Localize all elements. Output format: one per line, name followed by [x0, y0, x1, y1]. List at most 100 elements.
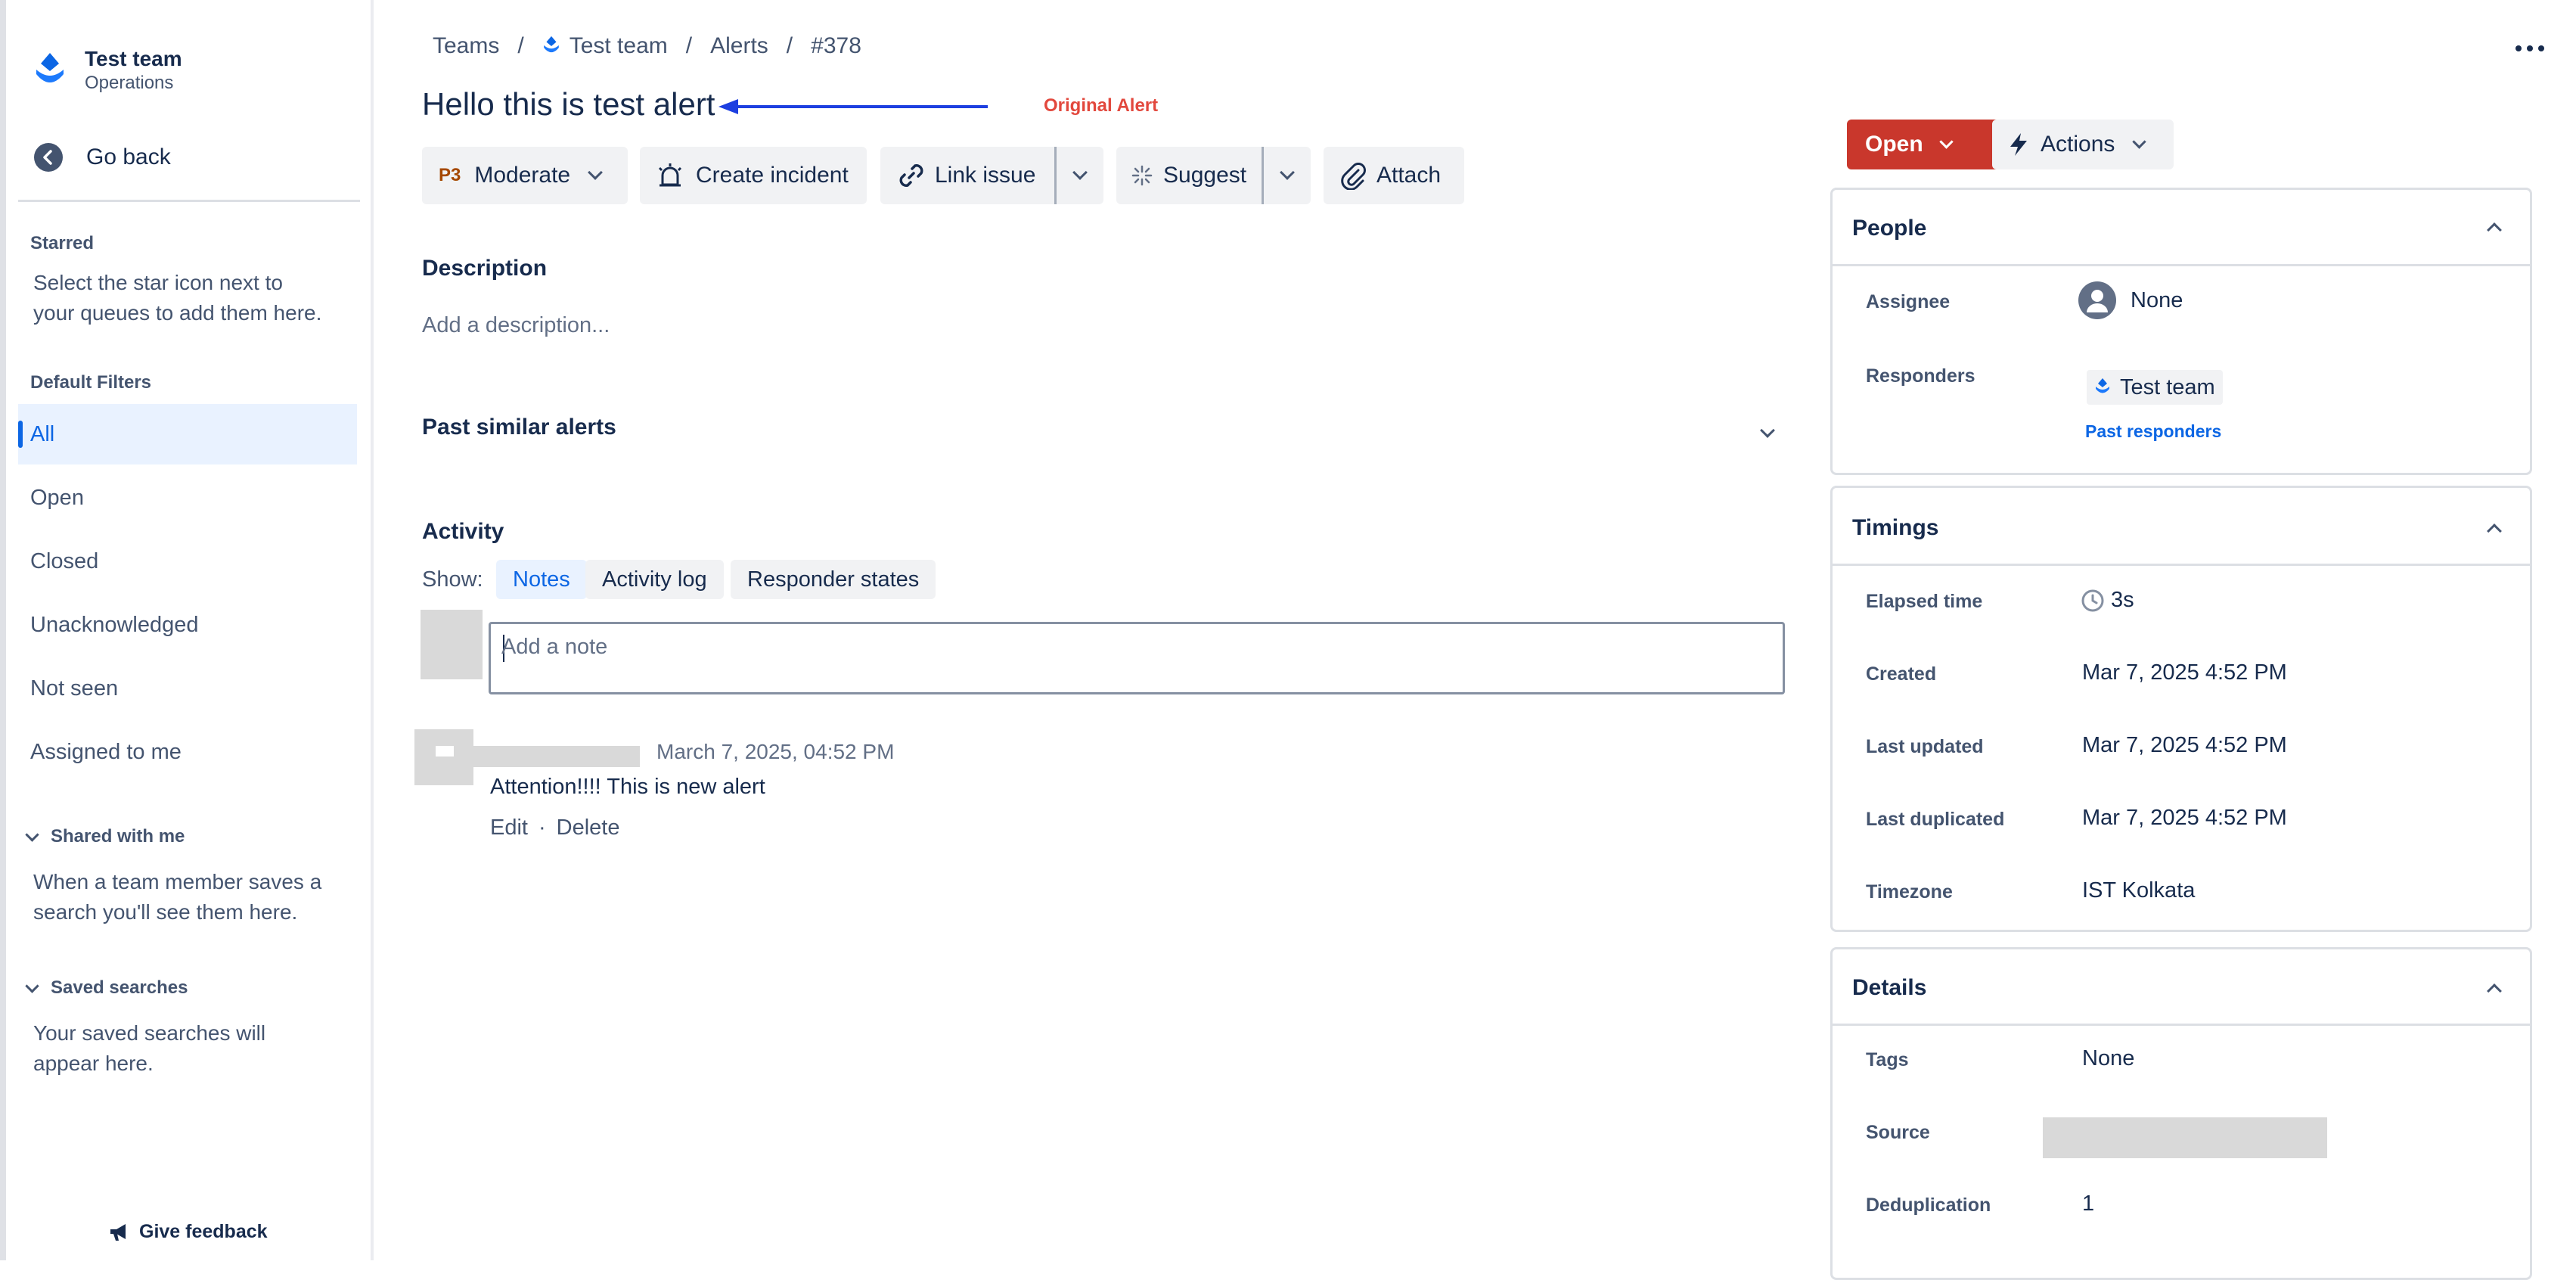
go-back-label: Go back — [86, 144, 171, 169]
priority-code: P3 — [439, 165, 461, 185]
status-open-button[interactable]: Open — [1847, 120, 2016, 169]
timings-panel: Timings Elapsed time 3s Created Mar 7, 2… — [1830, 486, 2532, 932]
priority-label: Moderate — [474, 163, 571, 188]
collapse-chevron-icon[interactable] — [2487, 983, 2502, 999]
filter-closed[interactable]: Closed — [18, 531, 357, 592]
shared-text-line-1: When a team member saves a — [33, 870, 322, 893]
past-similar-alerts-heading[interactable]: Past similar alerts — [422, 415, 616, 440]
filter-all[interactable]: All — [18, 404, 357, 464]
last-duplicated-value: Mar 7, 2025 4:52 PM — [2082, 806, 2287, 830]
elapsed-time-value: 3s — [2111, 588, 2134, 612]
note-actions: Edit · Delete — [490, 816, 619, 840]
saved-searches-toggle[interactable]: Saved searches — [25, 977, 188, 999]
collapse-chevron-icon[interactable] — [2487, 523, 2502, 539]
breadcrumb-separator: / — [517, 33, 524, 58]
breadcrumb-separator: / — [685, 33, 693, 58]
priority-button[interactable]: P3 Moderate — [422, 147, 628, 204]
chevron-down-icon[interactable] — [1760, 423, 1775, 438]
user-avatar-icon — [2078, 281, 2116, 319]
create-incident-button[interactable]: Create incident — [640, 147, 867, 204]
tags-value[interactable]: None — [2082, 1046, 2134, 1071]
add-note-input[interactable]: Add a note — [489, 622, 1785, 694]
suggest-dropdown-button[interactable] — [1264, 147, 1311, 204]
default-filters-heading: Default Filters — [30, 372, 152, 393]
link-issue-label: Link issue — [935, 163, 1036, 188]
annotation-label: Original Alert — [1044, 95, 1159, 116]
source-value-redacted — [2043, 1117, 2327, 1158]
chevron-down-icon — [2132, 134, 2147, 149]
assignee-label: Assignee — [1866, 291, 1951, 312]
delete-note-link[interactable]: Delete — [557, 816, 620, 840]
breadcrumb-team[interactable]: Test team — [542, 33, 668, 59]
give-feedback-button[interactable]: Give feedback — [109, 1221, 268, 1243]
last-duplicated-label: Last duplicated — [1866, 809, 2005, 830]
lightning-icon — [2010, 133, 2027, 156]
past-responders-link[interactable]: Past responders — [2085, 421, 2221, 442]
sidebar-edge — [0, 0, 6, 1260]
annotation-arrow-icon — [718, 99, 988, 114]
panel-divider — [1833, 1024, 2530, 1026]
saved-text-line-1: Your saved searches will — [33, 1021, 266, 1045]
assignee-field[interactable]: None — [2078, 281, 2183, 320]
tab-notes[interactable]: Notes — [496, 560, 587, 599]
add-note-placeholder: Add a note — [501, 635, 608, 659]
details-panel: Details Tags None Source Deduplication 1 — [1830, 947, 2532, 1280]
suggest-label: Suggest — [1163, 163, 1247, 188]
filter-unacknowledged[interactable]: Unacknowledged — [18, 595, 357, 655]
team-logo-icon — [36, 53, 64, 82]
breadcrumb: Teams / Test team / Alerts / #378 — [433, 33, 861, 59]
tab-activity-log[interactable]: Activity log — [585, 560, 724, 599]
deduplication-label: Deduplication — [1866, 1195, 1991, 1216]
actions-button[interactable]: Actions — [1992, 120, 2174, 169]
panel-divider — [1833, 264, 2530, 266]
responder-name: Test team — [2120, 374, 2215, 399]
attach-button[interactable]: Attach — [1324, 147, 1464, 204]
suggest-button[interactable]: Suggest — [1116, 147, 1262, 204]
edit-note-link[interactable]: Edit — [490, 816, 528, 840]
tab-responder-states[interactable]: Responder states — [731, 560, 936, 599]
filter-assigned-to-me[interactable]: Assigned to me — [18, 722, 357, 782]
breadcrumb-alert-id[interactable]: #378 — [811, 33, 861, 59]
people-panel: People Assignee None Responders Test tea… — [1830, 188, 2532, 475]
timings-title: Timings — [1852, 515, 1939, 540]
create-incident-label: Create incident — [696, 163, 849, 188]
link-icon — [899, 164, 923, 187]
filter-not-seen[interactable]: Not seen — [18, 658, 357, 719]
shared-heading: Shared with me — [51, 826, 185, 847]
timezone-label: Timezone — [1866, 881, 1953, 903]
team-logo-icon — [543, 36, 559, 53]
chevron-down-icon — [25, 978, 39, 993]
breadcrumb-alerts[interactable]: Alerts — [710, 33, 768, 59]
link-issue-button[interactable]: Link issue — [880, 147, 1054, 204]
breadcrumb-teams[interactable]: Teams — [433, 33, 499, 59]
note-author-name-redacted — [454, 746, 640, 767]
panel-divider — [1833, 564, 2530, 566]
link-issue-dropdown-button[interactable] — [1057, 147, 1103, 204]
filter-open[interactable]: Open — [18, 468, 357, 528]
chevron-down-icon — [1938, 134, 1954, 149]
go-back-button[interactable]: Go back — [33, 142, 171, 172]
show-label: Show: — [422, 567, 483, 592]
elapsed-time-field: 3s — [2081, 588, 2134, 613]
source-label: Source — [1866, 1122, 1930, 1143]
alert-title[interactable]: Hello this is test alert — [422, 86, 715, 123]
user-avatar — [421, 610, 483, 679]
more-dot-icon — [2538, 45, 2544, 51]
details-title: Details — [1852, 975, 1927, 1000]
siren-icon — [658, 163, 682, 187]
shared-with-me-toggle[interactable]: Shared with me — [25, 826, 185, 847]
activity-heading: Activity — [422, 519, 504, 544]
saved-heading: Saved searches — [51, 977, 188, 998]
created-value: Mar 7, 2025 4:52 PM — [2082, 660, 2287, 685]
note-text: Attention!!!! This is new alert — [490, 775, 765, 799]
description-input[interactable]: Add a description... — [422, 313, 610, 338]
responders-label: Responders — [1866, 365, 1975, 387]
collapse-chevron-icon[interactable] — [2487, 222, 2502, 238]
actions-label: Actions — [2041, 132, 2115, 157]
note-actions-separator: · — [538, 816, 546, 840]
responder-chip[interactable]: Test team — [2087, 370, 2223, 405]
back-arrow-icon — [34, 143, 63, 172]
chevron-down-icon — [25, 827, 39, 842]
more-options-button[interactable] — [2515, 45, 2544, 51]
last-updated-value: Mar 7, 2025 4:52 PM — [2082, 733, 2287, 757]
